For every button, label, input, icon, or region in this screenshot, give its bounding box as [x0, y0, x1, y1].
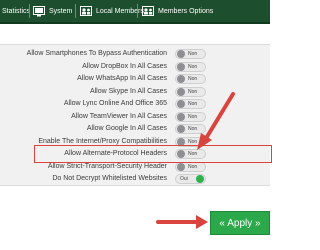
setting-row: Allow Google In All Cases Non — [0, 123, 270, 135]
setting-row: Allow WhatsApp In All Cases Non — [0, 73, 270, 85]
nav-separator — [29, 4, 30, 18]
setting-row: Allow TeamViewer In All Cases Non — [0, 111, 270, 123]
toggle-state-text: Non — [188, 113, 198, 120]
setting-row: Allow Skype In All Cases Non — [0, 86, 270, 98]
toggle-state-text: Non — [188, 163, 198, 170]
setting-toggle[interactable]: Non — [175, 124, 206, 134]
toggle-state-text: Non — [188, 101, 198, 107]
setting-toggle[interactable]: Non — [175, 49, 206, 59]
setting-toggle[interactable]: Non — [175, 61, 206, 72]
toggle-knob — [177, 50, 185, 58]
top-nav-bar: Statistics System Local Members Members … — [0, 0, 270, 24]
nav-item-statistics[interactable]: Statistics — [2, 0, 30, 22]
setting-label: Allow WhatsApp In All Cases — [77, 75, 167, 82]
setting-toggle[interactable]: Non — [175, 74, 206, 84]
nav-item-members-options[interactable]: Members Options — [142, 0, 213, 22]
toggle-knob — [177, 162, 185, 171]
toggle-knob — [177, 87, 185, 96]
toggle-state-text: Non — [188, 88, 198, 95]
toggle-knob — [177, 112, 185, 121]
setting-toggle[interactable]: Oui — [175, 174, 206, 184]
nav-item-label: Members Options — [158, 7, 214, 15]
nav-item-label: System — [49, 7, 73, 15]
toggle-state-text: Non — [188, 76, 198, 82]
apply-button[interactable]: « Apply » — [210, 211, 270, 235]
highlight-annotation — [34, 145, 272, 163]
nav-item-local-members[interactable]: Local Members — [80, 0, 144, 22]
setting-row: Allow Lync Online And Office 365 Non — [0, 98, 270, 110]
toggle-state-text: Non — [188, 63, 198, 70]
toggle-state-text: Non — [188, 51, 198, 57]
toggle-state-text: Oui — [180, 176, 188, 182]
setting-toggle[interactable]: Non — [175, 99, 206, 109]
setting-label: Allow DropBox In All Cases — [82, 62, 167, 70]
toggle-knob — [177, 75, 185, 83]
toggle-knob — [177, 62, 185, 71]
setting-row: Allow DropBox In All Cases Non — [0, 61, 270, 73]
setting-row: Do Not Decrypt Whitelisted Websites Oui — [0, 173, 270, 185]
nav-separator — [137, 4, 138, 18]
setting-toggle[interactable]: Non — [175, 86, 206, 97]
setting-row: Allow Smartphones To Bypass Authenticati… — [0, 48, 270, 60]
toggle-knob — [196, 175, 204, 183]
setting-label: Allow Google In All Cases — [86, 125, 167, 132]
local-members-icon — [80, 6, 92, 16]
setting-label: Allow TeamViewer In All Cases — [71, 112, 167, 120]
members-options-icon — [142, 6, 154, 16]
setting-toggle[interactable]: Non — [175, 111, 206, 122]
setting-label: Allow Skype In All Cases — [89, 87, 167, 95]
setting-label: Do Not Decrypt Whitelisted Websites — [52, 175, 167, 182]
toggle-knob — [177, 100, 185, 108]
nav-separator — [75, 4, 76, 18]
setting-toggle[interactable]: Non — [175, 161, 206, 172]
nav-item-label: Statistics — [2, 7, 31, 15]
toggle-knob — [177, 125, 185, 133]
setting-label: Allow Smartphones To Bypass Authenticati… — [26, 50, 167, 57]
panel-header-space — [0, 26, 270, 44]
setting-label: Allow Lync Online And Office 365 — [63, 100, 167, 107]
toggle-state-text: Non — [188, 126, 198, 132]
monitor-icon — [33, 5, 45, 17]
nav-item-system[interactable]: System — [33, 0, 72, 22]
